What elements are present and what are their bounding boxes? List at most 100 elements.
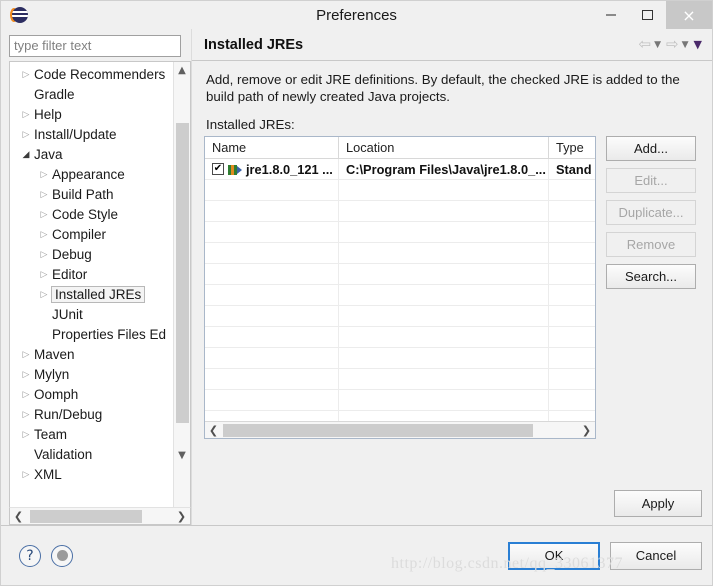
jre-action-buttons: Add... Edit... Duplicate... Remove Search... (606, 136, 696, 480)
chevron-right-icon[interactable]: ▷ (36, 229, 52, 240)
chevron-right-icon[interactable]: ▷ (36, 289, 52, 300)
apply-button[interactable]: Apply (614, 490, 702, 517)
search-button[interactable]: Search... (606, 264, 696, 289)
sidebar-item-debug[interactable]: ▷ Debug (10, 244, 173, 264)
title-bar: Preferences × (1, 1, 712, 29)
table-empty-row (205, 327, 595, 348)
sidebar-item-compiler[interactable]: ▷ Compiler (10, 224, 173, 244)
chevron-right-icon[interactable]: ▷ (18, 129, 34, 140)
cell-type: Stand (549, 159, 595, 180)
scroll-left-icon[interactable]: ❮ (10, 508, 27, 524)
chevron-right-icon[interactable]: ▷ (36, 189, 52, 200)
forward-arrow-icon[interactable]: ⇨ (666, 37, 679, 52)
chevron-right-icon[interactable]: ▷ (18, 369, 34, 380)
window-controls: × (592, 1, 712, 29)
sidebar-item-label: Installed JREs (51, 285, 146, 303)
back-arrow-icon[interactable]: ⇦ (639, 37, 652, 52)
jre-name: jre1.8.0_121 ... (246, 161, 333, 177)
sidebar-item-code-recommenders[interactable]: ▷ Code Recommenders (10, 64, 173, 84)
sidebar-item-oomph[interactable]: ▷ Oomph (10, 384, 173, 404)
table-empty-row (205, 201, 595, 222)
sidebar-item-validation[interactable]: Validation (10, 444, 173, 464)
sidebar-item-installed-jres[interactable]: ▷ Installed JREs (10, 284, 173, 304)
sidebar-item-editor[interactable]: ▷ Editor (10, 264, 173, 284)
table-horizontal-scrollbar[interactable]: ❮ ❯ (205, 421, 595, 438)
add-button[interactable]: Add... (606, 136, 696, 161)
sidebar-item-xml[interactable]: ▷ XML (10, 464, 173, 484)
scroll-right-icon[interactable]: ❯ (173, 508, 190, 524)
close-button[interactable]: × (666, 1, 712, 29)
chevron-right-icon[interactable]: ▷ (18, 109, 34, 120)
sidebar-item-label: Team (34, 426, 68, 442)
sidebar-item-build-path[interactable]: ▷ Build Path (10, 184, 173, 204)
chevron-right-icon[interactable]: ▷ (18, 429, 34, 440)
sidebar-item-mylyn[interactable]: ▷ Mylyn (10, 364, 173, 384)
sidebar-item-run-debug[interactable]: ▷ Run/Debug (10, 404, 173, 424)
column-header-type[interactable]: Type (549, 137, 595, 158)
sidebar-item-java[interactable]: ◢ Java (10, 144, 173, 164)
chevron-right-icon[interactable]: ▷ (36, 269, 52, 280)
ok-button[interactable]: OK (508, 541, 600, 570)
sidebar-hscroll-thumb[interactable] (30, 509, 142, 523)
sidebar-item-label: Gradle (34, 86, 75, 102)
preferences-dialog: Preferences × type filter text ▷ Code Rec… (0, 0, 713, 586)
sidebar-item-gradle[interactable]: Gradle (10, 84, 173, 104)
table-empty-row (205, 369, 595, 390)
back-dropdown-icon[interactable]: ▼ (654, 40, 661, 50)
table-empty-row (205, 222, 595, 243)
table-empty-row (205, 180, 595, 201)
sidebar-item-junit[interactable]: JUnit (10, 304, 173, 324)
chevron-right-icon[interactable]: ▷ (18, 469, 34, 480)
table-scroll-left-icon[interactable]: ❮ (205, 422, 222, 438)
sidebar-item-label: Mylyn (34, 366, 70, 382)
table-scroll-right-icon[interactable]: ❯ (578, 422, 595, 438)
minimize-button[interactable] (592, 1, 629, 29)
chevron-right-icon[interactable]: ▷ (18, 409, 34, 420)
help-icon[interactable]: ? (19, 544, 41, 567)
sidebar-item-appearance[interactable]: ▷ Appearance (10, 164, 173, 184)
sidebar-item-code-style[interactable]: ▷ Code Style (10, 204, 173, 224)
scroll-up-icon[interactable]: ▲ (174, 62, 191, 79)
scroll-down-icon[interactable]: ▼ (174, 447, 191, 464)
sidebar-vertical-scrollbar[interactable]: ▲ ▼ (173, 62, 190, 507)
chevron-down-icon[interactable]: ◢ (18, 149, 34, 160)
preferences-tree[interactable]: ▷ Code Recommenders Gradle ▷ Help ▷ Install/Up… (10, 62, 173, 507)
chevron-right-icon[interactable]: ▷ (18, 389, 34, 400)
column-header-location[interactable]: Location (339, 137, 549, 158)
sidebar-horizontal-scrollbar[interactable]: ❮ ❯ (9, 507, 191, 525)
preferences-tree-container: ▷ Code Recommenders Gradle ▷ Help ▷ Install/Up… (9, 61, 191, 507)
restore-defaults-icon[interactable] (51, 544, 73, 567)
chevron-right-icon[interactable]: ▷ (18, 69, 34, 80)
jre-table[interactable]: Name Location Type ✔ jre1.8.0_121 ... C:\P… (204, 136, 596, 439)
table-row[interactable]: ✔ jre1.8.0_121 ... C:\Program Files\Java\j… (205, 159, 595, 180)
page-description: Add, remove or edit JRE definitions. By … (206, 72, 680, 104)
sidebar-item-label: Appearance (52, 166, 125, 182)
sidebar-item-label: Editor (52, 266, 88, 282)
sidebar-item-maven[interactable]: ▷ Maven (10, 344, 173, 364)
sidebar-item-label: Maven (34, 346, 75, 362)
chevron-right-icon[interactable]: ▷ (18, 349, 34, 360)
sidebar-item-properties-files-ed[interactable]: Properties Files Ed (10, 324, 173, 344)
filter-input[interactable]: type filter text (9, 35, 181, 57)
table-hscroll-thumb[interactable] (223, 423, 533, 437)
chevron-right-icon[interactable]: ▷ (36, 209, 52, 220)
sidebar-item-install-update[interactable]: ▷ Install/Update (10, 124, 173, 144)
cell-name: ✔ jre1.8.0_121 ... (205, 159, 339, 180)
forward-dropdown-icon[interactable]: ▼ (682, 40, 689, 50)
page-header: Installed JREs ⇦ ▼ ⇨ ▼ ▼ (192, 29, 712, 61)
table-empty-row (205, 243, 595, 264)
column-header-name[interactable]: Name (205, 137, 339, 158)
page-menu-icon[interactable]: ▼ (694, 38, 702, 51)
sidebar-item-help[interactable]: ▷ Help (10, 104, 173, 124)
cell-location: C:\Program Files\Java\jre1.8.0_... (339, 159, 549, 180)
sidebar-scroll-thumb[interactable] (175, 123, 189, 423)
sidebar-item-label: Java (34, 146, 63, 162)
jre-checkbox[interactable]: ✔ (212, 163, 224, 175)
cancel-button[interactable]: Cancel (610, 541, 702, 570)
chevron-right-icon[interactable]: ▷ (36, 169, 52, 180)
preferences-sidebar: type filter text ▷ Code Recommenders Gradl… (1, 29, 191, 525)
maximize-button[interactable] (629, 1, 666, 29)
chevron-right-icon[interactable]: ▷ (36, 249, 52, 260)
sidebar-item-label: Oomph (34, 386, 79, 402)
sidebar-item-team[interactable]: ▷ Team (10, 424, 173, 444)
